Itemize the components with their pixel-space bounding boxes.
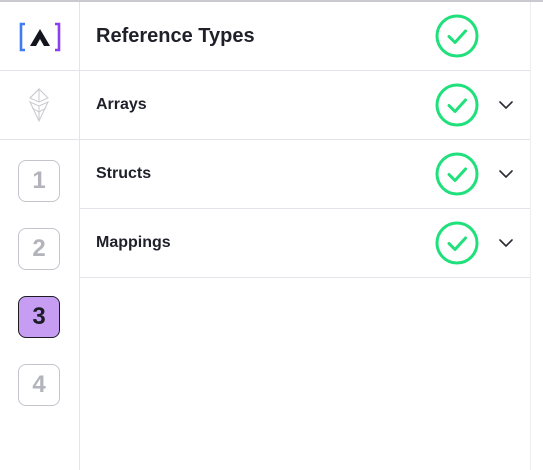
- page-title: Reference Types: [96, 25, 255, 47]
- lesson-sections: Reference Types Arrays Structs Mappings: [80, 2, 530, 470]
- chevron-down-icon[interactable]: [498, 98, 514, 112]
- scroll-gutter: [530, 2, 543, 470]
- check-circle-icon: [435, 152, 479, 196]
- check-circle-icon: [435, 83, 479, 127]
- left-rail: 1 2 3 4: [0, 2, 80, 470]
- section-row-mappings[interactable]: Mappings: [80, 209, 530, 278]
- step-3-button[interactable]: 3: [18, 296, 60, 338]
- section-row-structs[interactable]: Structs: [80, 140, 530, 209]
- section-row-arrays[interactable]: Arrays: [80, 71, 530, 140]
- ethereum-logo: [0, 71, 79, 140]
- chevron-down-icon[interactable]: [498, 167, 514, 181]
- ethereum-icon: [28, 88, 50, 122]
- check-circle-icon: [435, 14, 479, 58]
- logo-icon: [19, 22, 61, 52]
- check-circle-icon: [435, 221, 479, 265]
- app-logo[interactable]: [0, 2, 79, 71]
- section-title: Arrays: [96, 96, 147, 113]
- step-4-button[interactable]: 4: [18, 364, 60, 406]
- step-2-button[interactable]: 2: [18, 228, 60, 270]
- section-header: Reference Types: [80, 2, 530, 71]
- step-1-button[interactable]: 1: [18, 160, 60, 202]
- chevron-down-icon[interactable]: [498, 236, 514, 250]
- section-title: Structs: [96, 165, 152, 182]
- section-title: Mappings: [96, 234, 171, 251]
